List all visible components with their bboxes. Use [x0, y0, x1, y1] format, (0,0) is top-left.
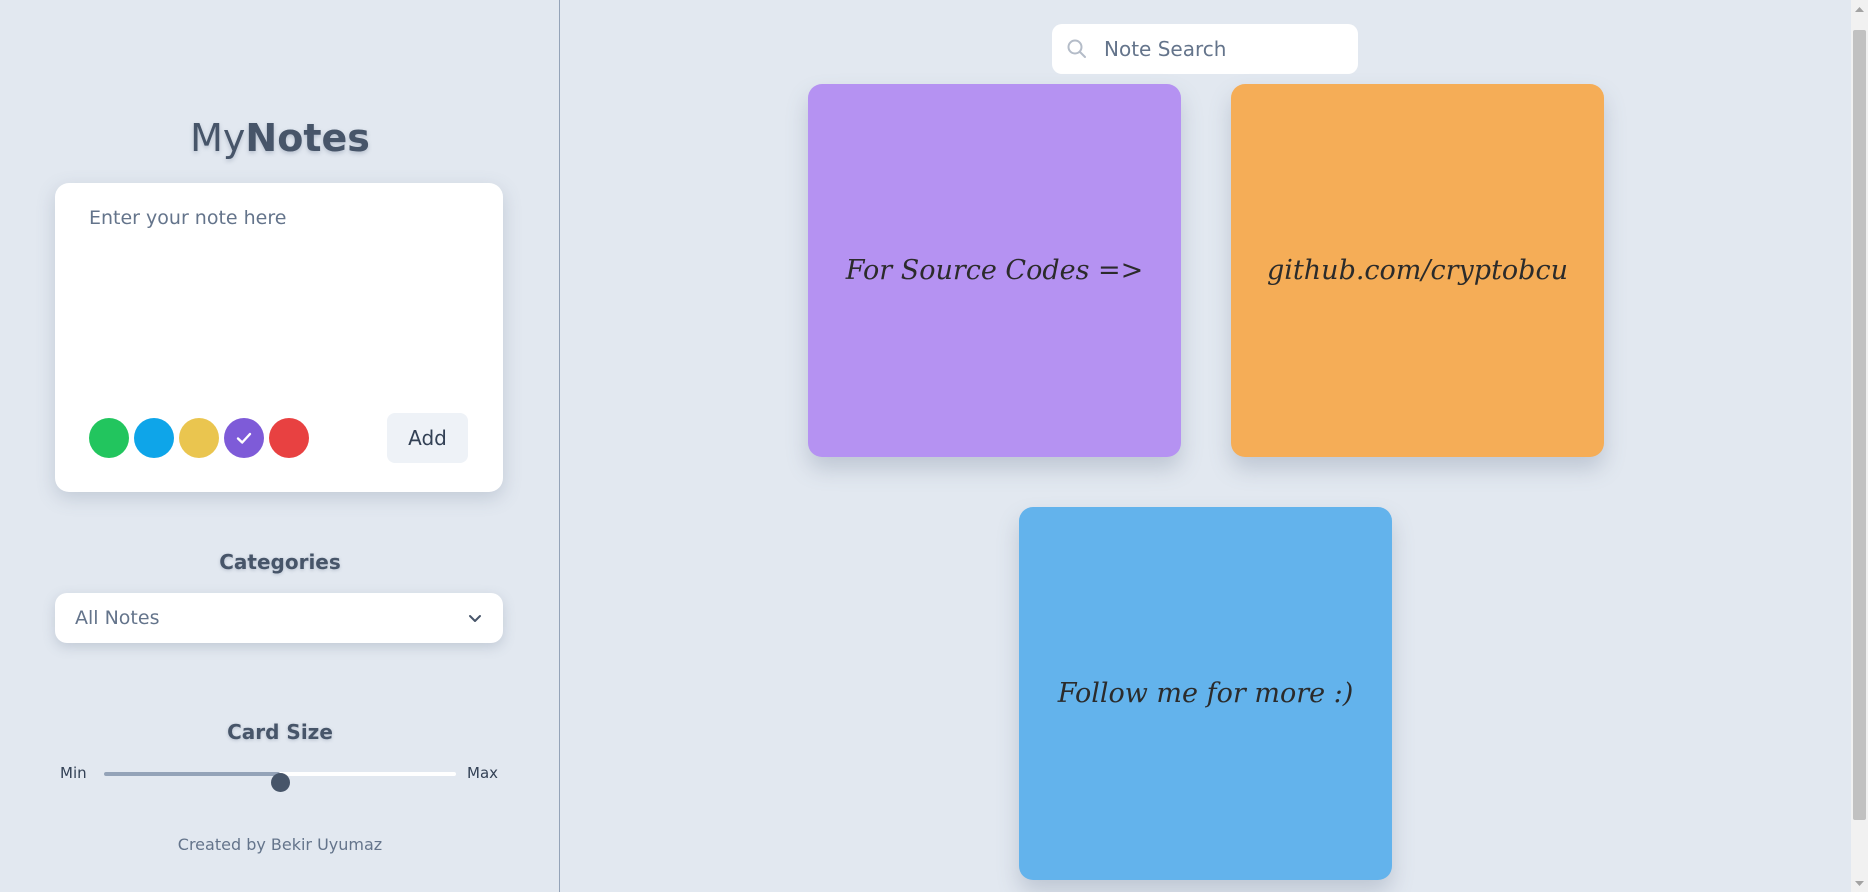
- color-swatch-yellow[interactable]: [179, 418, 219, 458]
- note-text: github.com/cryptobcu: [1267, 255, 1568, 286]
- chevron-up-icon: [1855, 6, 1864, 12]
- category-select-value: All Notes: [75, 607, 160, 629]
- color-swatch-blue[interactable]: [134, 418, 174, 458]
- slider-thumb[interactable]: [271, 773, 290, 792]
- note-card[interactable]: Follow me for more :): [1019, 507, 1392, 880]
- color-swatch-red[interactable]: [269, 418, 309, 458]
- note-text: For Source Codes =>: [845, 255, 1144, 286]
- chevron-down-icon: [469, 615, 481, 622]
- sidebar: MyNotes Add Categories All Notes Card Si…: [0, 0, 560, 892]
- category-select[interactable]: All Notes: [55, 593, 503, 643]
- check-icon: [236, 432, 252, 444]
- add-button[interactable]: Add: [387, 413, 468, 463]
- color-swatches: [89, 418, 309, 458]
- note-card[interactable]: For Source Codes =>: [808, 84, 1181, 457]
- note-input[interactable]: [89, 207, 469, 367]
- color-swatch-green[interactable]: [89, 418, 129, 458]
- max-label: Max: [467, 764, 499, 782]
- search-input[interactable]: [1104, 37, 1344, 61]
- search-icon: [1067, 39, 1086, 58]
- scroll-down-arrow[interactable]: [1851, 875, 1868, 892]
- brand-light: My: [190, 116, 246, 160]
- card-size-control: Min Max: [60, 764, 500, 792]
- app-logo: MyNotes: [0, 116, 560, 160]
- note-composer: Add: [55, 183, 503, 492]
- chevron-down-icon: [1855, 880, 1864, 886]
- categories-title: Categories: [219, 550, 341, 574]
- note-text: Follow me for more :): [1057, 678, 1354, 709]
- slider-fill: [104, 772, 280, 776]
- note-card[interactable]: github.com/cryptobcu: [1231, 84, 1604, 457]
- note-search[interactable]: [1052, 24, 1358, 74]
- scrollbar[interactable]: [1851, 0, 1868, 892]
- brand-bold: Notes: [245, 116, 370, 160]
- color-swatch-purple[interactable]: [224, 418, 264, 458]
- scroll-up-arrow[interactable]: [1851, 0, 1868, 17]
- credit-text: Created by Bekir Uyumaz: [177, 835, 383, 854]
- min-label: Min: [60, 764, 87, 782]
- card-size-title: Card Size: [227, 720, 333, 744]
- scrollbar-thumb[interactable]: [1853, 30, 1866, 820]
- card-size-slider[interactable]: [104, 772, 456, 792]
